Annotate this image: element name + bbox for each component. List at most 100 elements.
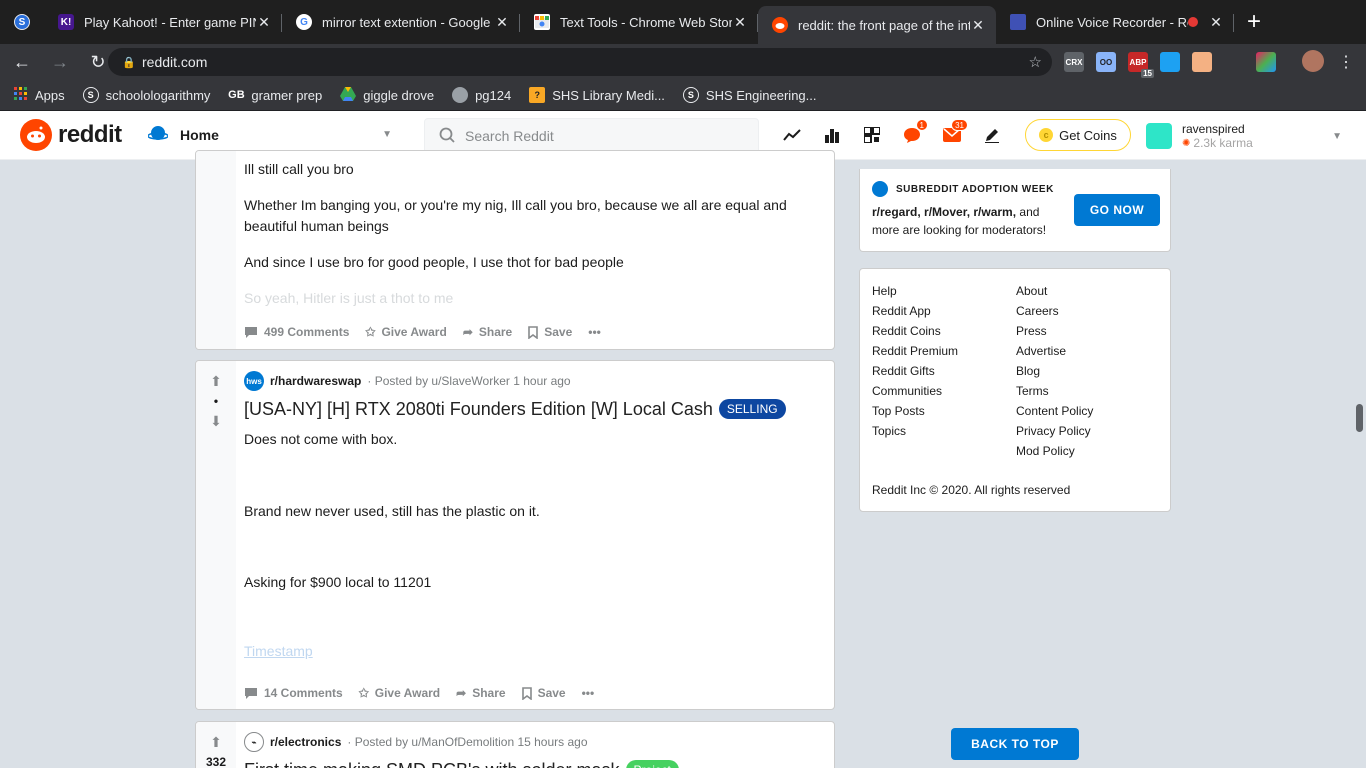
footer-link-mod-policy[interactable]: Mod Policy — [1016, 441, 1093, 461]
adblock-extension-icon[interactable]: ABP 15 — [1128, 52, 1154, 78]
reddit-logo[interactable]: reddit — [20, 119, 122, 151]
save-button[interactable]: Save — [528, 325, 572, 339]
give-award-button[interactable]: ✩ Give Award — [365, 325, 446, 339]
bookmark-schoolologarithmy[interactable]: S schoolologarithmy — [82, 87, 210, 103]
google-icon: G — [296, 14, 312, 30]
scrollbar-thumb[interactable] — [1356, 404, 1363, 432]
footer-link-topics[interactable]: Topics — [872, 421, 958, 441]
tab-google-search[interactable]: G mirror text extention - Google Search … — [282, 0, 520, 44]
bookmark-shs-engineering[interactable]: S SHS Engineering... — [682, 87, 817, 103]
apps-grid-icon — [14, 86, 28, 104]
footer-links-left: Help Reddit App Reddit Coins Reddit Prem… — [872, 281, 958, 441]
close-icon[interactable]: ✕ — [256, 14, 272, 31]
post-card[interactable]: ⬆ • ⬇ hws r/hardwareswap · Posted by u/S… — [195, 360, 835, 710]
post-title[interactable]: [USA-NY] [H] RTX 2080ti Founders Edition… — [244, 398, 822, 420]
footer-link-press[interactable]: Press — [1016, 321, 1093, 341]
footer-link-reddit-gifts[interactable]: Reddit Gifts — [872, 361, 958, 381]
back-to-top-button[interactable]: BACK TO TOP — [951, 728, 1079, 760]
footer-link-reddit-coins[interactable]: Reddit Coins — [872, 321, 958, 341]
post-meta: ⌁ r/electronics · Posted by u/ManOfDemol… — [244, 732, 822, 752]
vote-column: ⬆ • ⬇ — [196, 361, 236, 709]
tab-reddit[interactable]: reddit: the front page of the internet ✕ — [758, 6, 996, 44]
footer-link-advertise[interactable]: Advertise — [1016, 341, 1093, 361]
vote-column: ⬆ 332 — [196, 722, 236, 768]
post-card[interactable]: Ill still call you bro Whether Im bangin… — [195, 150, 835, 350]
home-dropdown[interactable]: Home ▼ — [147, 119, 400, 151]
footer-link-top-posts[interactable]: Top Posts — [872, 401, 958, 421]
footer-link-privacy-policy[interactable]: Privacy Policy — [1016, 421, 1093, 441]
bookmark-apps[interactable]: Apps — [14, 86, 65, 104]
chat-badge: 1 — [915, 119, 928, 131]
bookmark-gramer-prep[interactable]: GB gramer prep — [228, 87, 322, 103]
footer-link-careers[interactable]: Careers — [1016, 301, 1093, 321]
timestamp-link[interactable]: Timestamp — [244, 643, 313, 659]
footer-link-communities[interactable]: Communities — [872, 381, 958, 401]
chat-icon[interactable]: 1 — [902, 119, 928, 146]
post-score: 332 — [205, 755, 227, 768]
bookmark-pg124[interactable]: pg124 — [452, 87, 511, 103]
tab-voice-recorder[interactable]: Online Voice Recorder - Record ✕ — [996, 0, 1234, 44]
blank-extension-icon[interactable] — [1224, 52, 1244, 72]
post-title[interactable]: First time making SMD PCB's with solder … — [244, 759, 822, 768]
search-input[interactable]: Search Reddit — [424, 118, 759, 154]
profile-avatar[interactable] — [1302, 50, 1324, 72]
search-tabs-button[interactable]: S — [0, 0, 44, 44]
post-paragraph: Brand new never used, still has the plas… — [244, 503, 540, 519]
tab-web-store[interactable]: Text Tools - Chrome Web Store ✕ — [520, 0, 758, 44]
popular-icon[interactable] — [782, 124, 802, 146]
subreddit-link[interactable]: r/electronics — [270, 735, 341, 749]
share-button[interactable]: ➦ Share — [456, 686, 505, 700]
post-actions: 499 Comments ✩ Give Award ➦ Share Save •… — [244, 325, 601, 339]
post-card[interactable]: ⬆ 332 ⌁ r/electronics · Posted by u/ManO… — [195, 721, 835, 768]
footer-link-reddit-app[interactable]: Reddit App — [872, 301, 958, 321]
mail-icon[interactable]: 31 — [942, 119, 968, 146]
color-extension-icon[interactable] — [1256, 52, 1276, 72]
bookmark-star-icon[interactable]: ☆ — [1029, 53, 1042, 71]
give-award-button[interactable]: ✩ Give Award — [359, 686, 440, 700]
chrome-menu-icon[interactable]: ⋮ — [1338, 52, 1354, 72]
save-button[interactable]: Save — [521, 686, 566, 700]
footer-link-terms[interactable]: Terms — [1016, 381, 1093, 401]
post-body: hws r/hardwareswap · Posted by u/SlaveWo… — [244, 371, 822, 661]
more-options-icon[interactable]: ••• — [582, 686, 595, 700]
coins-icon[interactable] — [862, 124, 882, 146]
share-button[interactable]: ➦ Share — [463, 325, 512, 339]
close-icon[interactable]: ✕ — [970, 17, 986, 34]
back-button[interactable]: ← — [6, 46, 38, 78]
bookmark-shs-library[interactable]: ? SHS Library Medi... — [529, 87, 665, 103]
comments-button[interactable]: 14 Comments — [244, 686, 343, 700]
upvote-icon[interactable]: ⬆ — [210, 732, 222, 752]
footer-link-blog[interactable]: Blog — [1016, 361, 1093, 381]
go-now-button[interactable]: GO NOW — [1074, 194, 1160, 226]
new-tab-button[interactable]: + — [1234, 0, 1274, 44]
plane-extension-icon[interactable] — [1160, 52, 1180, 72]
footer-link-content-policy[interactable]: Content Policy — [1016, 401, 1093, 421]
bookmark-label: Apps — [35, 87, 65, 103]
create-post-icon[interactable] — [982, 124, 1002, 146]
close-icon[interactable]: ✕ — [732, 14, 748, 31]
owl-extension-icon[interactable]: OO — [1096, 52, 1116, 72]
subreddit-link[interactable]: r/hardwareswap — [270, 374, 361, 388]
downvote-icon[interactable]: ⬇ — [210, 411, 222, 431]
footer-link-help[interactable]: Help — [872, 281, 958, 301]
upvote-icon[interactable]: ⬆ — [210, 371, 222, 391]
tab-kahoot[interactable]: K! Play Kahoot! - Enter game PIN ✕ — [44, 0, 282, 44]
get-coins-button[interactable]: c Get Coins — [1025, 119, 1131, 151]
face-extension-icon[interactable] — [1192, 52, 1212, 72]
footer-link-reddit-premium[interactable]: Reddit Premium — [872, 341, 958, 361]
comment-icon — [245, 326, 257, 338]
comments-button[interactable]: 499 Comments — [244, 325, 349, 339]
bookmark-giggle-drove[interactable]: giggle drove — [340, 86, 434, 104]
crx-extension-icon[interactable]: CRX — [1064, 52, 1084, 72]
footer-link-about[interactable]: About — [1016, 281, 1093, 301]
adoption-subreddits[interactable]: r/regard, r/Mover, r/warm, — [872, 205, 1016, 219]
forward-button[interactable]: → — [44, 46, 76, 78]
user-dropdown[interactable]: ravenspired ✺ 2.3k karma ▼ — [1146, 119, 1352, 153]
leaderboard-icon[interactable] — [822, 124, 842, 146]
adblock-count: 15 — [1141, 69, 1154, 78]
close-icon[interactable]: ✕ — [1208, 14, 1224, 31]
more-options-icon[interactable]: ••• — [588, 325, 601, 339]
scrollbar[interactable] — [1352, 160, 1366, 768]
close-icon[interactable]: ✕ — [494, 14, 510, 31]
address-bar[interactable]: 🔒 reddit.com ☆ — [108, 48, 1052, 76]
